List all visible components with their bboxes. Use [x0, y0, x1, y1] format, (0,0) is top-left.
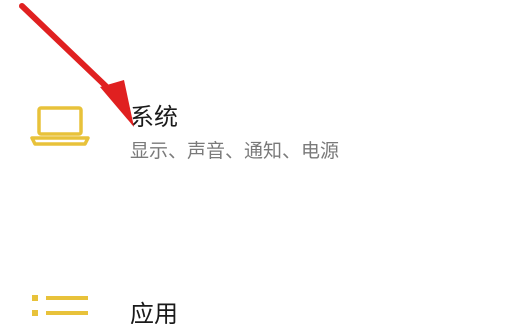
tile-title: 系统: [130, 103, 178, 131]
settings-tile-apps[interactable]: 应用: [0, 275, 512, 324]
laptop-icon: [30, 106, 90, 146]
settings-tile-system[interactable]: 系统 显示、声音、通知、电源: [0, 80, 512, 190]
tile-description: 显示、声音、通知、电源: [130, 140, 340, 162]
tile-title: 应用: [130, 300, 178, 324]
apps-list-icon: [32, 295, 88, 316]
